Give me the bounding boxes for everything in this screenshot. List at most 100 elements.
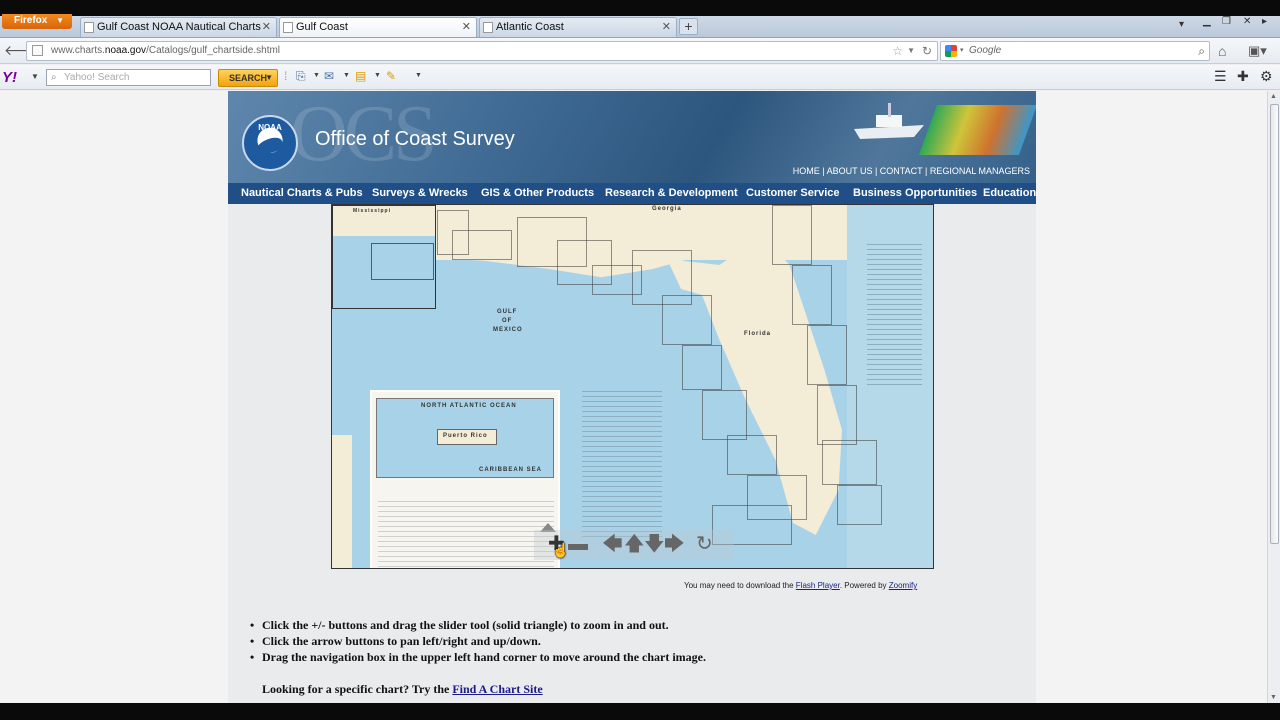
tab-title: Atlantic Coast	[496, 21, 564, 33]
close-icon[interactable]: ✕	[662, 18, 671, 36]
navigation-box[interactable]: Mississippi	[332, 205, 436, 309]
find-chart-text: Looking for a specific chart? Try the	[262, 682, 453, 696]
chart-index-table	[582, 387, 662, 537]
home-link[interactable]: HOME	[793, 166, 820, 176]
bookmarks-menu-icon[interactable]: ▣▾	[1248, 43, 1267, 59]
notepad-icon[interactable]: ▤	[355, 69, 366, 83]
of-label: OF	[502, 318, 513, 324]
tab-gulf-coast[interactable]: Gulf Coast ✕	[279, 17, 477, 37]
google-icon[interactable]	[945, 45, 957, 57]
flash-player-link[interactable]: Flash Player	[796, 581, 840, 590]
yahoo-search-input[interactable]: ⌕ Yahoo! Search	[46, 69, 211, 86]
ocs-banner: OCS NOAA Office of Coast Survey HOME | A…	[228, 91, 1036, 183]
home-icon[interactable]: ⌂	[1218, 43, 1226, 59]
close-window-icon[interactable]: ✕	[1243, 16, 1251, 27]
chart-outline	[772, 205, 812, 265]
chart-viewer[interactable]: Georgia GULF OF MEXICO Florida NORTH ATL…	[331, 204, 934, 569]
left-chart-strip	[332, 435, 352, 568]
reset-view-icon[interactable]: ↻	[696, 534, 713, 554]
history-dropdown-icon[interactable]: ▼	[907, 42, 915, 60]
about-us-link[interactable]: ABOUT US	[827, 166, 873, 176]
site-identity-icon[interactable]	[32, 45, 43, 56]
contact-link[interactable]: CONTACT	[880, 166, 923, 176]
chevron-down-icon[interactable]: ▼	[343, 72, 350, 79]
yahoo-search-label: SEARCH	[229, 73, 268, 83]
viewport-rectangle[interactable]	[371, 243, 434, 280]
top-links: HOME | ABOUT US | CONTACT | REGIONAL MAN…	[792, 166, 1030, 176]
new-tab-button[interactable]: +	[679, 18, 698, 35]
list-all-tabs-icon[interactable]: ▾	[1179, 19, 1184, 30]
puzzle-icon[interactable]: ✎	[386, 69, 396, 83]
noaa-logo-icon[interactable]: NOAA	[242, 115, 298, 171]
list-view-icon[interactable]: ☰	[1214, 68, 1227, 85]
url-bar[interactable]: www.charts.noaa.gov/Catalogs/gulf_charts…	[26, 41, 938, 61]
find-chart-prompt: Looking for a specific chart? Try the Fi…	[262, 682, 543, 697]
bottom-strip	[0, 703, 1280, 720]
tab-scroll-icon[interactable]: ▸	[1262, 16, 1267, 27]
caribbean-label: CARIBBEAN SEA	[479, 467, 543, 473]
firefox-menu-button[interactable]: Firefox ▼	[2, 14, 72, 29]
minimize-icon[interactable]: ▁	[1203, 16, 1211, 27]
tab-title: Gulf Coast	[296, 21, 348, 33]
restore-icon[interactable]: ❐	[1222, 16, 1231, 27]
mail-icon[interactable]: ✉	[324, 69, 334, 83]
chevron-down-icon: ▼	[265, 73, 273, 82]
noaa-logo-text: NOAA	[258, 123, 282, 132]
chevron-down-icon[interactable]: ▼	[31, 72, 39, 81]
search-icon: ⌕	[51, 72, 57, 83]
close-icon[interactable]: ✕	[462, 18, 471, 36]
vertical-scrollbar[interactable]: ▲ ▼	[1267, 91, 1280, 703]
pages-icon[interactable]: ⎘	[296, 69, 306, 84]
find-a-chart-link[interactable]: Find A Chart Site	[452, 682, 542, 696]
puerto-rico-label: Puerto Rico	[443, 433, 488, 439]
page-icon	[483, 22, 493, 33]
web-search-field[interactable]: ▾ Google ⌕	[940, 41, 1210, 61]
reload-icon[interactable]: ↻	[922, 42, 932, 60]
north-atlantic-label: NORTH ATLANTIC OCEAN	[421, 403, 517, 409]
pan-right-icon[interactable]: 🡆	[664, 534, 685, 554]
nav-business-opportunities[interactable]: Business Opportunities	[853, 183, 977, 204]
nav-education[interactable]: Education	[983, 183, 1036, 204]
chart-outline	[807, 325, 847, 385]
scrollbar-thumb[interactable]	[1270, 104, 1279, 544]
puerto-rico-table	[378, 497, 554, 567]
pan-left-icon[interactable]: 🡄	[602, 534, 623, 554]
nav-nautical-charts[interactable]: Nautical Charts & Pubs	[241, 183, 363, 204]
chevron-down-icon[interactable]: ▼	[415, 72, 422, 79]
navigation-bar: 🡐 www.charts.noaa.gov/Catalogs/gulf_char…	[0, 38, 1280, 64]
gear-icon[interactable]: ⚙	[1260, 68, 1273, 85]
page-icon	[84, 22, 94, 33]
zoom-out-icon[interactable]: ▬	[568, 534, 588, 554]
bookmark-star-icon[interactable]: ☆	[892, 42, 903, 60]
zoomify-link[interactable]: Zoomify	[889, 581, 917, 590]
regional-managers-link[interactable]: REGIONAL MANAGERS	[930, 166, 1030, 176]
pan-up-icon[interactable]: 🡅	[624, 534, 645, 554]
chart-outline	[792, 265, 832, 325]
chevron-down-icon[interactable]: ▼	[313, 72, 320, 79]
search-placeholder: Google	[969, 45, 1002, 56]
tab-gulf-coast-noaa[interactable]: Gulf Coast NOAA Nautical Charts ✕	[80, 17, 277, 37]
engine-dropdown-icon[interactable]: ▾	[960, 42, 964, 60]
puerto-rico-map: NORTH ATLANTIC OCEAN Puerto Rico CARIBBE…	[376, 398, 554, 478]
yahoo-toolbar: Y! ▼ ⌕ Yahoo! Search SEARCH ▼ ⁞ ⎘ ▼ ✉ ▼ ▤…	[0, 65, 1280, 90]
search-icon[interactable]: ⌕	[1198, 42, 1205, 60]
yahoo-search-button[interactable]: SEARCH ▼	[218, 69, 278, 87]
scroll-down-icon[interactable]: ▼	[1270, 694, 1277, 701]
main-nav: Nautical Charts & Pubs Surveys & Wrecks …	[228, 183, 1036, 204]
close-icon[interactable]: ✕	[262, 18, 271, 36]
chart-outline	[727, 435, 777, 475]
scroll-up-icon[interactable]: ▲	[1270, 93, 1277, 100]
chart-outline	[837, 485, 882, 525]
yahoo-logo-icon[interactable]: Y!	[2, 69, 17, 86]
chevron-down-icon[interactable]: ▼	[374, 72, 381, 79]
nav-customer-service[interactable]: Customer Service	[746, 183, 840, 204]
tab-atlantic-coast[interactable]: Atlantic Coast ✕	[479, 17, 677, 37]
nav-surveys-wrecks[interactable]: Surveys & Wrecks	[372, 183, 468, 204]
chart-outline	[662, 295, 712, 345]
mexico-label: MEXICO	[493, 327, 523, 333]
nav-research-development[interactable]: Research & Development	[605, 183, 738, 204]
add-icon[interactable]: ✚	[1237, 68, 1249, 85]
page-title: Office of Coast Survey	[315, 128, 515, 150]
pan-down-icon[interactable]: 🡇	[644, 534, 665, 554]
nav-gis-products[interactable]: GIS & Other Products	[481, 183, 594, 204]
